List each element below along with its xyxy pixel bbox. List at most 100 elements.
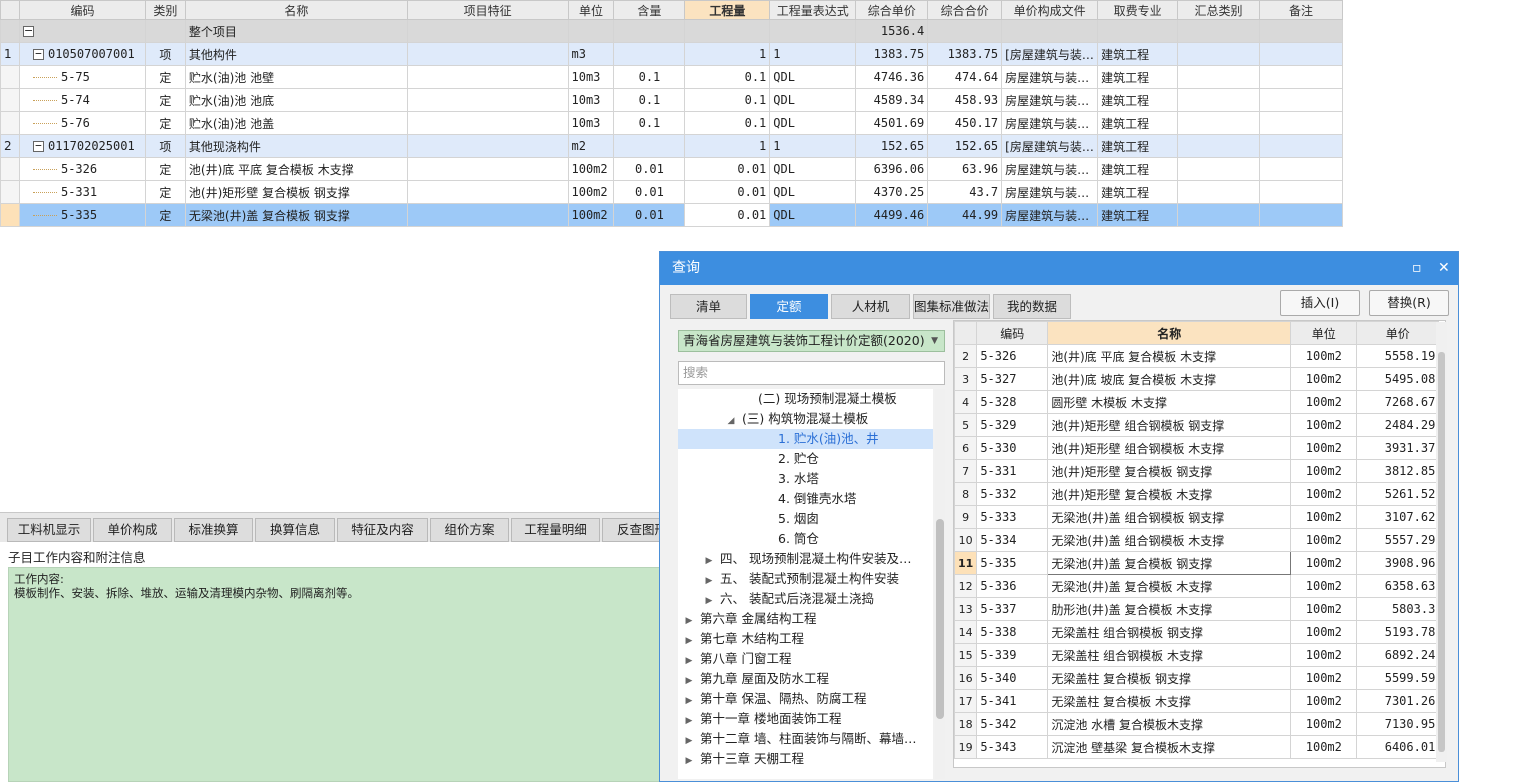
tree-node[interactable]: ▶ 第十章 保温、隔热、防腐工程 [678, 689, 933, 709]
dialog-tab[interactable]: 我的数据 [993, 294, 1071, 319]
maximize-icon[interactable]: ▫ [1412, 252, 1422, 285]
dialog-tab[interactable]: 图集标准做法 [913, 294, 990, 319]
quota-row[interactable]: 16 5-340 无梁盖柱 复合模板 钢支撑 100m2 5599.59 [954, 666, 1440, 690]
summary-cell[interactable] [1177, 134, 1260, 158]
collapse-icon[interactable]: ◢ [726, 411, 736, 431]
code-cell[interactable]: −010507007001 [18, 42, 146, 66]
quota-row[interactable]: 18 5-342 沉淀池 水槽 复合模板木支撑 100m2 7130.95 [954, 712, 1440, 736]
column-header[interactable]: 取费专业 [1097, 0, 1179, 20]
column-header[interactable]: 单价 [1356, 321, 1440, 345]
quota-row[interactable]: 5 5-329 池(井)矩形壁 组合钢模板 钢支撑 100m2 2484.29 [954, 413, 1440, 437]
code-cell[interactable]: 5-326 [18, 157, 146, 181]
bottom-tab[interactable]: 换算信息 [255, 518, 335, 542]
tree-node[interactable]: ▶ 四、 现场预制混凝土构件安装及… [678, 549, 933, 569]
tree-node[interactable]: ▶ 第七章 木结构工程 [678, 629, 933, 649]
expression-cell[interactable]: 1 [769, 42, 857, 66]
column-header[interactable]: 名称 [1047, 321, 1292, 345]
price-file-cell[interactable]: [房屋建筑与装… [1001, 134, 1099, 158]
quota-row[interactable]: 15 5-339 无梁盖柱 组合钢模板 木支撑 100m2 6892.24 [954, 643, 1440, 667]
expand-icon[interactable]: ▶ [704, 591, 714, 611]
feature-cell[interactable] [406, 65, 569, 89]
fee-major-cell[interactable]: 建筑工程 [1097, 157, 1179, 181]
scroll-thumb[interactable] [1438, 352, 1445, 752]
chapter-tree[interactable]: (二) 现场预制混凝土模板 ◢ (三) 构筑物混凝土模板 1. 贮水(油)池、井 2. … [678, 389, 933, 779]
unit-cell[interactable]: 100m2 [567, 203, 615, 227]
quota-library-select[interactable]: 青海省房屋建筑与装饰工程计价定额(2020) ▼ [678, 330, 945, 352]
content-cell[interactable]: 0.1 [613, 65, 686, 89]
expression-cell[interactable]: QDL [769, 88, 857, 112]
content-cell[interactable] [613, 134, 686, 158]
column-header[interactable]: 类别 [144, 0, 186, 20]
expand-icon[interactable]: ▶ [684, 611, 694, 631]
table-row[interactable]: 5-76 定贮水(油)池 池盖 10m3 0.1 0.1 QDL 4501.69 450.17… [0, 111, 1344, 135]
tree-scrollbar[interactable] [935, 389, 945, 779]
column-header[interactable]: 汇总类别 [1177, 0, 1260, 20]
bottom-tab[interactable]: 单价构成 [93, 518, 172, 542]
expand-icon[interactable]: ▶ [684, 691, 694, 711]
tree-node[interactable]: ▶ 第十二章 墙、柱面装饰与隔断、幕墙… [678, 729, 933, 749]
budget-table[interactable]: 编码 类别 名称 项目特征 单位 含量 工程量 工程量表达式 综合单价 综合合价 单价构成文件 取费专… [0, 0, 1344, 227]
table-row[interactable]: 5-335 定无梁池(井)盖 复合模板 钢支撑 100m2 0.01 0.01 QDL 44… [0, 203, 1344, 227]
remark-cell[interactable] [1258, 42, 1344, 66]
bottom-tab[interactable]: 组价方案 [430, 518, 509, 542]
tree-node[interactable]: 3. 水塔 [678, 469, 933, 489]
bottom-tab[interactable]: 工料机显示 [7, 518, 91, 542]
feature-cell[interactable] [406, 203, 569, 227]
price-file-cell[interactable]: [房屋建筑与装… [1001, 42, 1099, 66]
content-cell[interactable]: 0.1 [613, 111, 686, 135]
price-file-cell[interactable]: 房屋建筑与装… [1001, 157, 1099, 181]
total-row[interactable]: − 整个项目 1536.4 [0, 19, 1344, 43]
expression-cell[interactable]: QDL [769, 65, 857, 89]
quota-row[interactable]: 19 5-343 沉淀池 壁基梁 复合模板木支撑 100m2 6406.01 [954, 735, 1440, 759]
name-cell[interactable]: 池(井)矩形壁 复合模板 钢支撑 [184, 180, 408, 204]
quantity-cell[interactable]: 0.1 [684, 65, 771, 89]
tree-node[interactable]: ▶ 六、 装配式后浇混凝土浇捣 [678, 589, 933, 609]
price-file-cell[interactable]: 房屋建筑与装… [1001, 111, 1099, 135]
fee-major-cell[interactable]: 建筑工程 [1097, 134, 1179, 158]
dialog-tab[interactable]: 清单 [670, 294, 747, 319]
dialog-titlebar[interactable]: 查询 ▫ ✕ [660, 252, 1458, 285]
main-grid[interactable]: 编码 类别 名称 项目特征 单位 含量 工程量 工程量表达式 综合单价 综合合价 单价构成文件 取费专… [0, 0, 1344, 227]
expand-icon[interactable]: ▶ [704, 551, 714, 571]
name-cell[interactable]: 无梁池(井)盖 复合模板 钢支撑 [184, 203, 408, 227]
unit-cell[interactable]: 10m3 [567, 65, 615, 89]
name-cell[interactable]: 贮水(油)池 池壁 [184, 65, 408, 89]
feature-cell[interactable] [406, 111, 569, 135]
tree-node[interactable]: ▶ 第八章 门窗工程 [678, 649, 933, 669]
feature-cell[interactable] [406, 42, 569, 66]
summary-cell[interactable] [1177, 157, 1260, 181]
code-cell[interactable]: 5-75 [18, 65, 146, 89]
summary-cell[interactable] [1177, 65, 1260, 89]
work-content-area[interactable]: 工作内容: 模板制作、安装、拆除、堆放、运输及清理模内杂物、刷隔离剂等。 [8, 567, 660, 782]
unit-cell[interactable]: 100m2 [567, 180, 615, 204]
quota-row[interactable]: 6 5-330 池(井)矩形壁 组合钢模板 木支撑 100m2 3931.37 [954, 436, 1440, 460]
expression-cell[interactable]: QDL [769, 203, 857, 227]
summary-cell[interactable] [1177, 88, 1260, 112]
column-header[interactable]: 单位 [1290, 321, 1358, 345]
remark-cell[interactable] [1258, 65, 1344, 89]
quota-row[interactable]: 2 5-326 池(井)底 平底 复合模板 木支撑 100m2 5558.19 [954, 344, 1440, 368]
unit-cell[interactable]: m2 [567, 134, 615, 158]
fee-major-cell[interactable]: 建筑工程 [1097, 88, 1179, 112]
column-header[interactable]: 名称 [184, 0, 408, 20]
name-cell[interactable]: 其他现浇构件 [184, 134, 408, 158]
name-cell[interactable]: 池(井)底 平底 复合模板 木支撑 [184, 157, 408, 181]
content-cell[interactable]: 0.01 [613, 157, 686, 181]
summary-cell[interactable] [1177, 180, 1260, 204]
feature-cell[interactable] [406, 88, 569, 112]
expand-icon[interactable]: ▶ [684, 751, 694, 771]
dialog-tab[interactable]: 定额 [750, 294, 828, 319]
quantity-cell[interactable]: 0.01 [684, 157, 771, 181]
price-file-cell[interactable]: 房屋建筑与装… [1001, 88, 1099, 112]
scroll-thumb[interactable] [936, 519, 944, 719]
table-row[interactable]: 5-75 定贮水(油)池 池壁 10m3 0.1 0.1 QDL 4746.36 474.64… [0, 65, 1344, 89]
fee-major-cell[interactable]: 建筑工程 [1097, 180, 1179, 204]
quota-row[interactable]: 4 5-328 圆形壁 木模板 木支撑 100m2 7268.67 [954, 390, 1440, 414]
unit-cell[interactable]: 100m2 [567, 157, 615, 181]
fee-major-cell[interactable]: 建筑工程 [1097, 42, 1179, 66]
quota-grid[interactable]: 编码 名称 单位 单价 2 5-326 池(井)底 平底 复合模板 木支撑 100m2 555… [953, 320, 1446, 768]
tree-node[interactable]: 1. 贮水(油)池、井 [678, 429, 933, 449]
quantity-cell[interactable]: 0.1 [684, 88, 771, 112]
collapse-icon[interactable]: − [32, 48, 44, 60]
column-header[interactable]: 编码 [976, 321, 1049, 345]
